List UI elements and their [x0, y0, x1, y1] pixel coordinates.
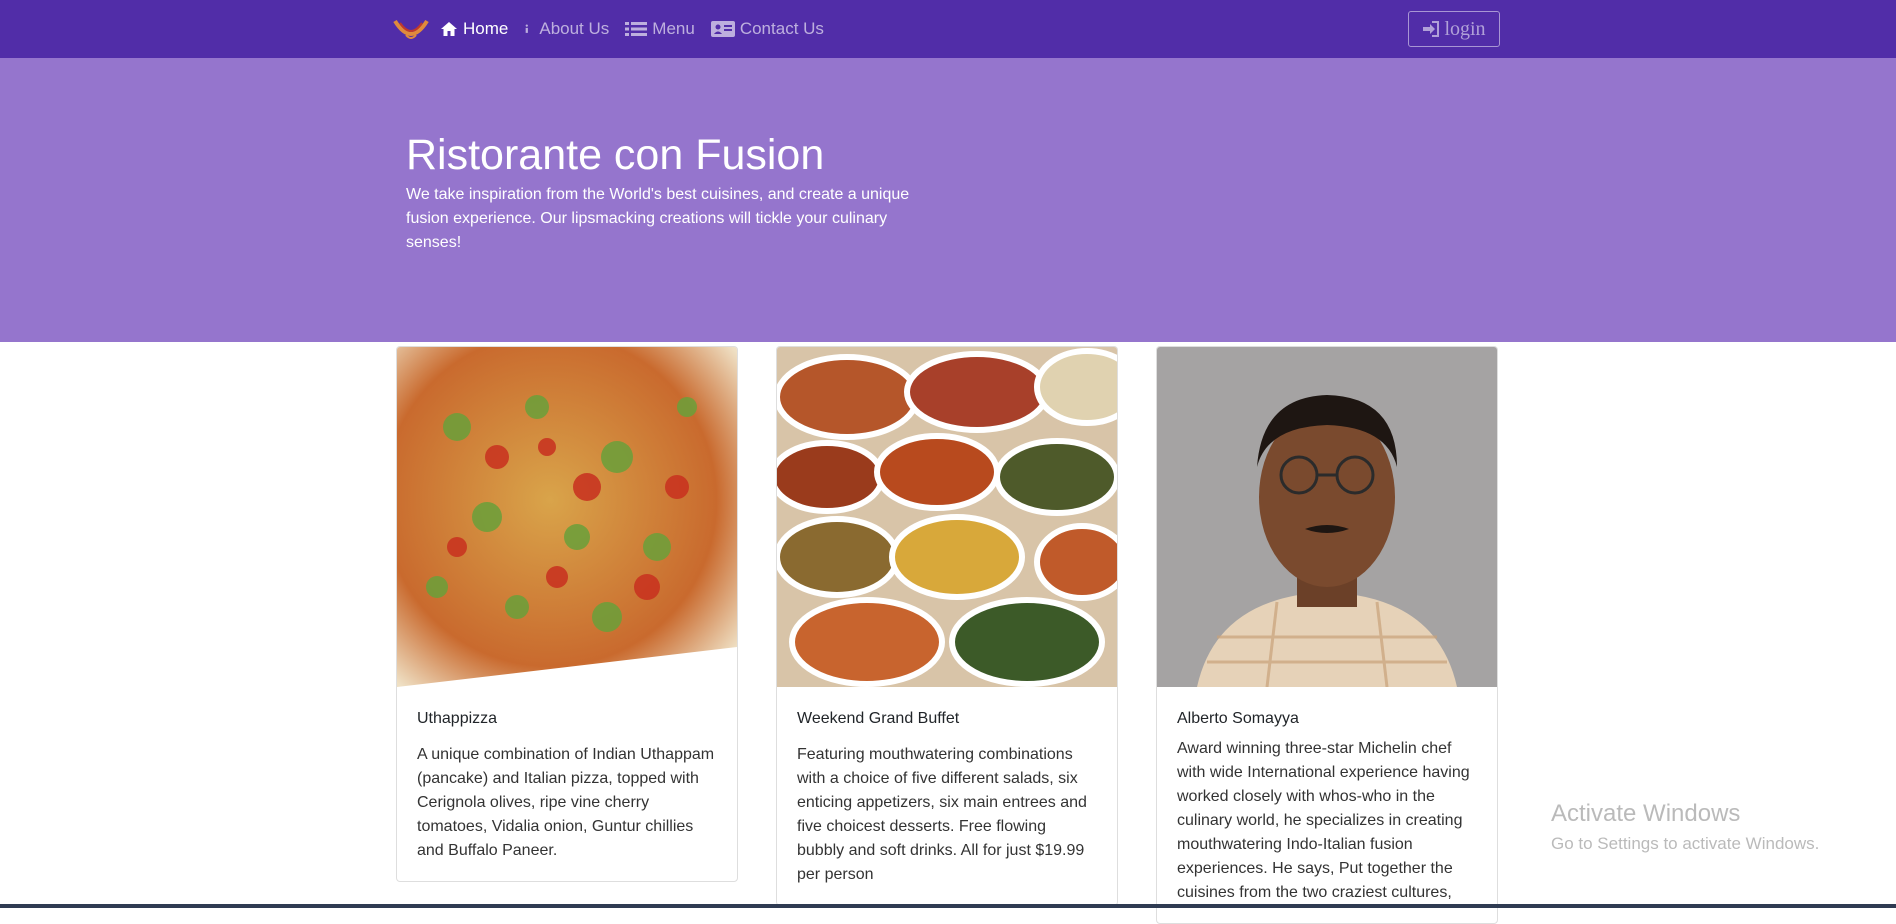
taskbar-edge [0, 904, 1896, 908]
address-card-icon [710, 21, 735, 37]
login-label: login [1444, 17, 1486, 40]
buffet-image [777, 347, 1117, 687]
card-body: Alberto Somayya Award winning three-star… [1157, 687, 1497, 923]
card-chef[interactable]: Alberto Somayya Award winning three-star… [1156, 346, 1498, 924]
card-buffet[interactable]: Weekend Grand Buffet Featuring mouthwate… [776, 346, 1118, 906]
card-title: Alberto Somayya [1177, 710, 1299, 727]
card-text: A unique combination of Indian Uthappam … [417, 746, 715, 859]
pizza-image [397, 347, 737, 687]
info-icon [526, 24, 529, 33]
activate-windows-subtitle: Go to Settings to activate Windows. [1551, 834, 1820, 853]
nav-contact-label: Contact Us [739, 19, 824, 38]
nav-contact[interactable]: Contact Us [710, 19, 824, 39]
card-text: Featuring mouthwatering combinations wit… [797, 746, 1087, 883]
nav-inner: Home About Us Menu Contact Us [392, 0, 840, 58]
home-icon [441, 22, 457, 36]
nav-about-label: About Us [539, 19, 610, 38]
brand-logo[interactable] [392, 13, 430, 45]
login-button[interactable]: login [1408, 11, 1500, 47]
sign-in-icon [1423, 21, 1440, 37]
card-text: Award winning three-star Michelin chef w… [1177, 740, 1470, 901]
nav-menu-label: Menu [652, 19, 695, 38]
nav-about[interactable]: About Us [524, 19, 609, 39]
hero-text: We take inspiration from the World's bes… [406, 186, 910, 251]
nav-menu[interactable]: Menu [625, 19, 695, 39]
hero-banner: Ristorante con Fusion We take inspiratio… [0, 58, 1896, 342]
card-title: Uthappizza [417, 710, 498, 727]
nav-home-label: Home [463, 19, 509, 38]
card-body: Uthappizza A unique combination of India… [397, 687, 737, 881]
navbar: Home About Us Menu Contact Us login [0, 0, 1896, 58]
chef-photo [1157, 347, 1497, 687]
card-body: Weekend Grand Buffet Featuring mouthwate… [777, 687, 1117, 905]
list-icon [625, 22, 648, 36]
hero-title: Ristorante con Fusion [406, 131, 825, 179]
activate-windows-title: Activate Windows [1551, 800, 1741, 827]
card-uthappizza[interactable]: Uthappizza A unique combination of India… [396, 346, 738, 882]
nav-home[interactable]: Home [440, 19, 508, 39]
card-title: Weekend Grand Buffet [797, 710, 960, 727]
